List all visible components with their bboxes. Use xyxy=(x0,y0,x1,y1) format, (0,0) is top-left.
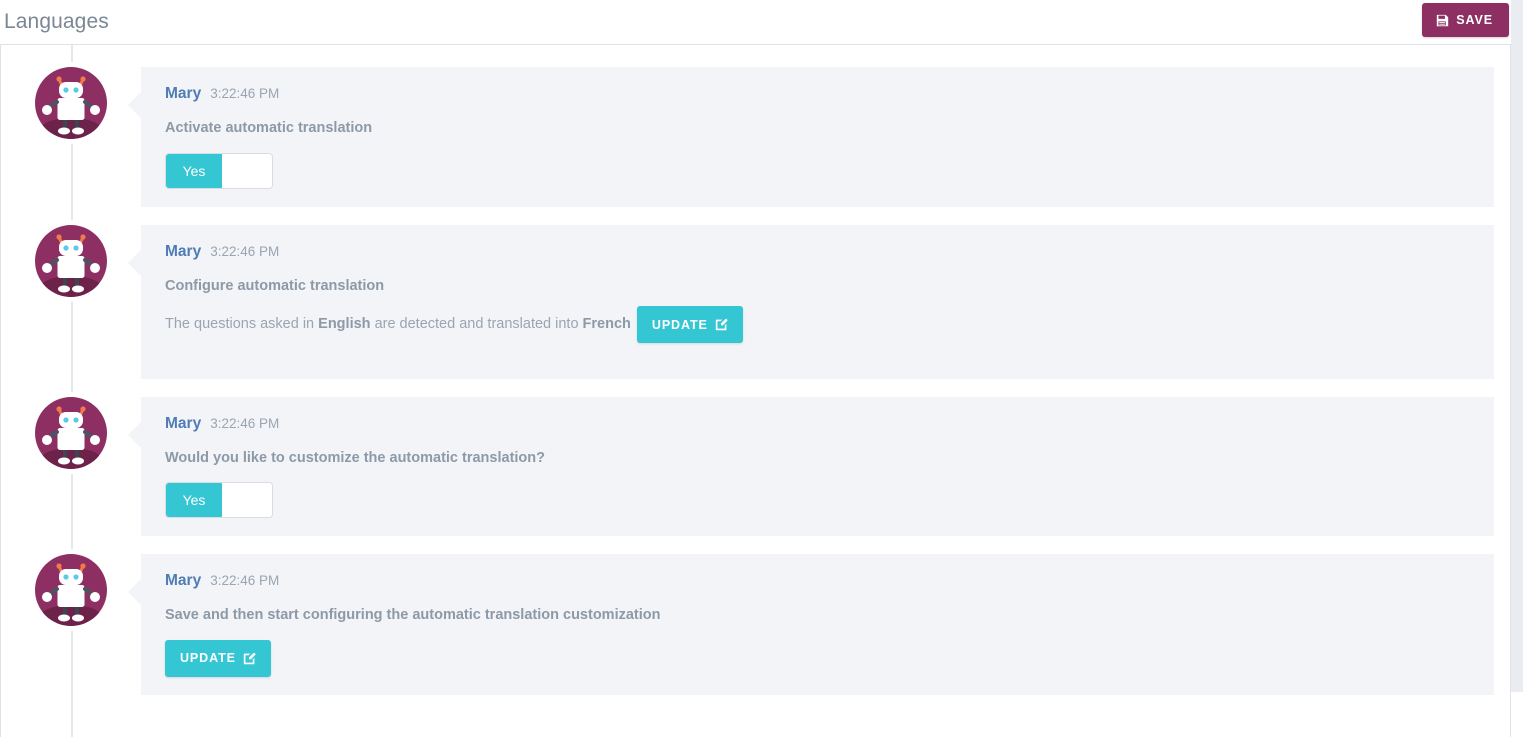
robot-avatar-icon xyxy=(35,554,107,627)
page-header: Languages SAVE xyxy=(0,0,1523,45)
edit-square-pencil-icon xyxy=(715,318,728,331)
translation-summary-sentence: The questions asked in English are detec… xyxy=(165,306,1474,344)
target-language: French xyxy=(582,316,631,333)
message-bubble: Mary 3:22:46 PM Configure automatic tran… xyxy=(128,224,1494,379)
activate-translation-toggle[interactable]: Yes xyxy=(165,152,273,189)
robot-avatar-icon xyxy=(35,224,107,297)
toggle-on-label: Yes xyxy=(166,153,222,188)
sentence-middle: are detected and translated into xyxy=(374,316,579,333)
update-button-label: UPDATE xyxy=(651,317,708,332)
message-label: Configure automatic translation xyxy=(165,277,385,294)
floppy-disk-save-icon xyxy=(1436,14,1449,27)
message-row: Mary 3:22:46 PM Save and then start conf… xyxy=(1,554,1510,695)
conversation-panel: Mary 3:22:46 PM Activate automatic trans… xyxy=(0,45,1511,737)
message-label: Activate automatic translation xyxy=(165,120,373,136)
avatar-wrap xyxy=(1,224,141,297)
message-timestamp: 3:22:46 PM xyxy=(210,415,280,431)
page-title: Languages xyxy=(4,9,109,33)
toggle-off-area[interactable] xyxy=(222,483,272,518)
message-header: Mary 3:22:46 PM xyxy=(165,85,1474,103)
customize-translation-toggle[interactable]: Yes xyxy=(165,482,273,519)
robot-avatar-icon xyxy=(35,67,107,139)
robot-avatar-icon xyxy=(35,396,107,469)
edit-square-pencil-icon xyxy=(243,652,256,665)
message-label: Would you like to customize the automati… xyxy=(165,449,545,466)
message-label: Save and then start configuring the auto… xyxy=(165,607,661,624)
message-bubble: Mary 3:22:46 PM Would you like to custom… xyxy=(128,396,1494,537)
save-button-label: SAVE xyxy=(1456,13,1493,27)
avatar-wrap xyxy=(1,554,141,627)
message-row: Mary 3:22:46 PM Activate automatic trans… xyxy=(1,67,1510,207)
message-author: Mary xyxy=(165,414,202,432)
source-language: English xyxy=(318,316,371,333)
update-button-label: UPDATE xyxy=(180,651,236,666)
message-row: Mary 3:22:46 PM Configure automatic tran… xyxy=(1,224,1510,379)
message-timestamp: 3:22:46 PM xyxy=(210,86,280,101)
sentence-prefix: The questions asked in xyxy=(165,316,315,333)
avatar-wrap xyxy=(1,67,141,139)
update-translation-config-button[interactable]: UPDATE xyxy=(636,306,743,344)
message-header: Mary 3:22:46 PM xyxy=(165,243,1474,261)
message-author: Mary xyxy=(165,242,202,260)
avatar-wrap xyxy=(1,396,141,469)
toggle-off-area[interactable] xyxy=(222,153,272,188)
save-button[interactable]: SAVE xyxy=(1422,3,1509,37)
toggle-on-label: Yes xyxy=(166,483,222,518)
message-bubble: Mary 3:22:46 PM Activate automatic trans… xyxy=(128,67,1494,207)
message-header: Mary 3:22:46 PM xyxy=(165,415,1474,433)
message-header: Mary 3:22:46 PM xyxy=(165,572,1474,590)
message-bubble: Mary 3:22:46 PM Save and then start conf… xyxy=(128,554,1494,695)
update-customization-button[interactable]: UPDATE xyxy=(165,639,271,677)
right-gutter xyxy=(1511,0,1523,692)
message-author: Mary xyxy=(165,572,202,590)
message-timestamp: 3:22:46 PM xyxy=(210,243,280,259)
message-row: Mary 3:22:46 PM Would you like to custom… xyxy=(1,396,1510,537)
message-author: Mary xyxy=(165,85,202,102)
message-timestamp: 3:22:46 PM xyxy=(210,573,280,589)
